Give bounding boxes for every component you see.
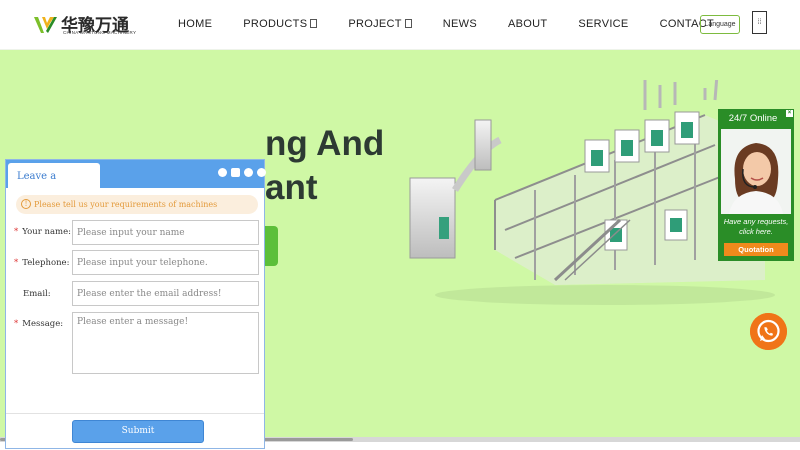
dropdown-icon [404,19,412,28]
logo-english-text: CHINA WANTONG MACHINERY [63,30,137,35]
restore-icon[interactable] [231,168,240,177]
nav-service-label: SERVICE [578,18,629,30]
online-text-line2: click here. [739,227,773,236]
close-icon[interactable]: × [786,110,793,117]
panel-tab[interactable]: Leave a message [8,163,100,209]
online-text: Have any requests, click here. [718,217,794,237]
nav-home[interactable]: HOME [178,18,212,30]
online-support-widget[interactable]: 24/7 Online × Have any requests, click h… [718,109,794,261]
online-text-line1: Have any requests, [723,217,789,226]
message-textarea[interactable] [72,312,259,374]
nav-about-label: ABOUT [507,18,548,30]
main-nav: HOME PRODUCTS PROJECT NEWS ABOUT SERVICE… [178,18,745,30]
nav-project-label: PROJECT [348,18,402,30]
close-icon[interactable] [257,168,266,177]
message-label-text: Message: [22,319,64,329]
hero-title-line1: ng And [265,124,385,163]
nav-products-label: PRODUCTS [243,18,308,30]
telephone-label-text: Telephone: [22,258,70,268]
support-agent-photo [721,129,791,214]
required-mark: * [14,258,19,268]
hero-title-line2: ant [265,168,318,207]
nav-products[interactable]: PRODUCTS [243,18,318,30]
whatsapp-icon [750,313,787,350]
page: 华豫万通 CHINA WANTONG MACHINERY HOME PRODUC… [0,0,800,450]
required-mark: * [14,227,19,237]
minimize-icon[interactable] [218,168,227,177]
dropdown-icon [310,19,318,28]
email-label: Email: [23,289,51,299]
nav-service[interactable]: SERVICE [578,18,628,30]
notice-text: Please tell us your requirements of mach… [34,200,218,209]
submit-button[interactable]: Submit [72,420,204,443]
name-label-text: Your name: [22,227,71,237]
telephone-input[interactable] [72,250,259,275]
leave-message-panel: Leave a message ! Please tell us your re… [5,159,266,449]
online-title: 24/7 Online [728,113,778,124]
email-input[interactable] [72,281,259,306]
name-input[interactable] [72,220,259,245]
whatsapp-button[interactable] [750,313,787,350]
panel-header: Leave a message [6,160,266,209]
nav-about[interactable]: ABOUT [508,18,547,30]
collapse-icon[interactable] [244,168,253,177]
site-header: 华豫万通 CHINA WANTONG MACHINERY HOME PRODUC… [0,0,800,50]
required-mark: * [14,319,19,329]
notice-banner: ! Please tell us your requirements of ma… [16,195,258,214]
nav-project[interactable]: PROJECT [348,18,412,30]
site-logo[interactable]: 华豫万通 CHINA WANTONG MACHINERY [33,13,138,39]
email-label-text: Email: [23,289,51,299]
quotation-button[interactable]: Quotation [724,243,788,256]
nav-news[interactable]: NEWS [443,18,477,30]
telephone-label: * Telephone: [14,258,69,268]
logo-mark-icon [34,17,57,33]
language-button[interactable]: Language [700,15,740,34]
message-label: * Message: [14,319,63,329]
panel-divider [6,413,264,414]
name-label: * Your name: [14,227,71,237]
menu-icon[interactable]: ⁞⁞ [752,11,767,34]
info-icon: ! [21,199,31,209]
nav-news-label: NEWS [442,18,477,30]
nav-home-label: HOME [178,18,213,30]
